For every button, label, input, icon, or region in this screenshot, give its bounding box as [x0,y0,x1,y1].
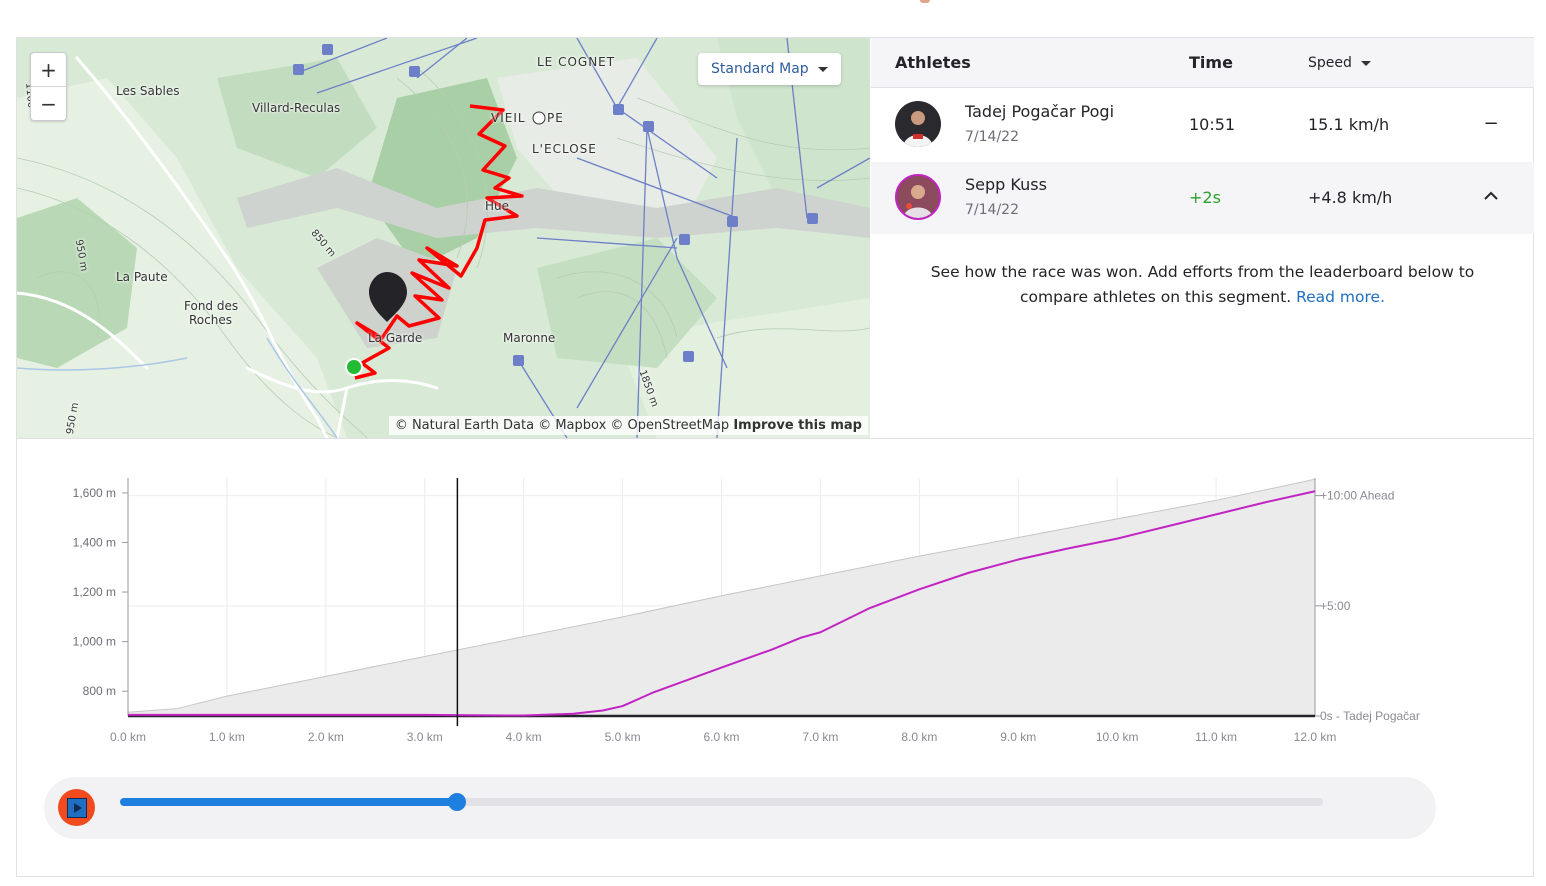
map-label-maronne: Maronne [503,331,556,345]
x-tick-label: 6.0 km [703,730,739,744]
leaderboard-header: Athletes Time Speed [871,38,1534,88]
map-label-roches: Roches [189,313,232,327]
playback-bar [44,777,1436,839]
right-tick-label: +10:00 Ahead [1320,489,1394,503]
speed-column-header: Speed [1308,55,1352,71]
map-label-fond-des: Fond des [184,299,239,313]
athlete-row-pogacar[interactable]: Tadej Pogačar Pogi 7/14/22 10:51 15.1 km… [871,89,1534,161]
athlete-row-kuss[interactable]: Sepp Kuss 7/14/22 +2s +4.8 km/h [871,162,1534,234]
x-tick-label: 9.0 km [1000,730,1036,744]
map-attribution: © Natural Earth Data © Mapbox © OpenStre… [388,416,868,435]
x-tick-label: 3.0 km [407,730,443,744]
chart-canvas: 0.0 km 1.0 km 2.0 km 3.0 km 4.0 km 5.0 km 6.0 … [73,478,1420,744]
x-tick-label: 4.0 km [506,730,542,744]
y-tick-label: 800 m [83,684,116,698]
top-avatar-fragment [920,0,930,3]
y-tick-label: 1,600 m [73,486,116,500]
chevron-down-icon [1360,60,1371,66]
y-tick-label: 1,400 m [73,535,116,549]
map-type-dropdown[interactable]: Standard Map [698,53,841,85]
x-tick-label: 11.0 km [1195,730,1237,744]
chevron-up-icon[interactable] [1479,184,1503,208]
x-tick-label: 10.0 km [1096,730,1139,744]
effort-date: 7/14/22 [965,129,1019,145]
section-divider [17,438,1534,439]
athletes-column-header: Athletes [895,53,971,72]
elevation-gap-chart[interactable]: 0.0 km 1.0 km 2.0 km 3.0 km 4.0 km 5.0 km 6.0 … [17,460,1534,760]
effort-speed: 15.1 km/h [1308,115,1390,134]
x-tick-label: 8.0 km [901,730,937,744]
x-tick-label: 7.0 km [802,730,838,744]
map-label-villard-reculas: Villard-Reculas [252,101,341,115]
segment-map[interactable]: Les Sables Villard-Reculas LE COGNET L'E… [17,38,870,438]
map-type-label: Standard Map [711,61,809,77]
play-button[interactable] [58,789,95,826]
zoom-controls: + − [30,52,67,121]
athlete-name[interactable]: Sepp Kuss [965,175,1047,194]
map-label-les-sables: Les Sables [116,84,180,98]
map-label-pe: PE [547,111,564,125]
map-label-la-paute: La Paute [116,270,168,284]
map-canvas [17,38,870,438]
x-tick-label: 0.0 km [110,730,146,744]
map-label-vieil: VIEIL [491,111,526,125]
leaderboard-panel: Athletes Time Speed Tadej Pogačar Pogi 7… [871,38,1534,438]
map-label-le-cognet: LE COGNET [537,55,616,69]
x-tick-label: 5.0 km [605,730,641,744]
zoom-in-button[interactable]: + [31,53,66,87]
x-tick-label: 1.0 km [209,730,245,744]
zoom-out-button[interactable]: − [31,87,66,120]
chevron-down-icon [817,66,828,72]
effort-time-gap: +2s [1189,188,1221,207]
map-label-leclose: L'ECLOSE [532,142,597,156]
effort-speed-gap: +4.8 km/h [1308,188,1393,207]
avatar[interactable] [895,101,941,147]
minus-icon[interactable]: − [1479,111,1503,135]
y-tick-label: 1,200 m [73,585,116,599]
speed-column-dropdown[interactable]: Speed [1308,55,1371,71]
read-more-link[interactable]: Read more. [1296,288,1385,306]
playback-progress [120,798,457,806]
effort-date: 7/14/22 [965,202,1019,218]
playback-handle[interactable] [447,793,466,811]
compare-info-text: See how the race was won. Add efforts fr… [930,263,1475,306]
play-icon [66,797,87,818]
right-tick-label: 0s - Tadej Pogačar [1320,709,1420,723]
athlete-name[interactable]: Tadej Pogačar Pogi [965,102,1114,121]
time-column-header: Time [1189,53,1233,72]
playback-slider[interactable] [120,793,1323,811]
avatar[interactable] [895,174,941,220]
right-tick-label: +5:00 [1320,599,1351,613]
compare-info: See how the race was won. Add efforts fr… [901,260,1504,310]
map-label-huez: Hue [485,199,510,213]
attribution-text[interactable]: © Natural Earth Data © Mapbox © OpenStre… [395,418,729,433]
y-tick-label: 1,000 m [73,635,116,649]
effort-time: 10:51 [1189,115,1236,134]
map-label-la-garde: La Garde [368,331,423,345]
x-tick-label: 12.0 km [1294,730,1337,744]
x-tick-label: 2.0 km [308,730,344,744]
improve-map-link[interactable]: Improve this map [733,418,862,433]
